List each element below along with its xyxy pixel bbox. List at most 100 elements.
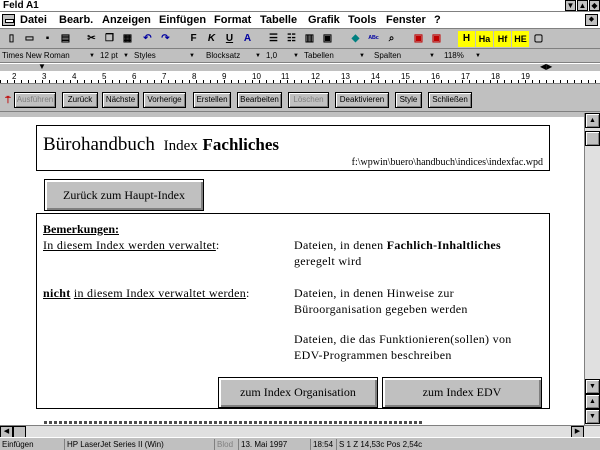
spacing-select[interactable]: 1,0 ▼: [264, 50, 300, 62]
doc-restore-icon[interactable]: ◆: [585, 14, 598, 26]
hypertext-bar: ⍑ Ausführen Zurück Nächste Vorherige Ers…: [0, 88, 600, 112]
index-organisation-button[interactable]: zum Index Organisation: [218, 377, 378, 408]
size-select[interactable]: 12 pt ▼: [98, 50, 130, 62]
edv-desc-line2: EDV-Programmen beschreiben: [294, 348, 452, 362]
hypertext-ha-icon[interactable]: Ha: [476, 31, 493, 47]
menu-tabelle[interactable]: Tabelle: [260, 14, 297, 27]
close-button[interactable]: Schließen: [428, 92, 472, 108]
zoom-select[interactable]: 118% ▼: [442, 50, 482, 62]
styles-select[interactable]: Styles ▼: [132, 50, 196, 62]
previous-button[interactable]: Vorherige: [143, 92, 186, 108]
managed-desc: Dateien, in denen Fachlich-Inhaltliches: [294, 238, 501, 253]
status-printer[interactable]: HP LaserJet Series II (Win): [64, 439, 214, 450]
scroll-up-icon[interactable]: ▲: [585, 113, 600, 128]
maximize-icon[interactable]: ▲: [577, 0, 588, 11]
open-folder-icon[interactable]: ▭: [21, 31, 38, 47]
size-select-value: 12 pt: [100, 51, 118, 60]
hypertext-icon[interactable]: H: [458, 31, 475, 47]
deactivate-button[interactable]: Deaktivieren: [335, 92, 389, 108]
menu-help[interactable]: ?: [434, 14, 441, 27]
chevron-down-icon: ▼: [359, 53, 365, 59]
copy-icon[interactable]: ❐: [101, 31, 118, 47]
menu-grafik[interactable]: Grafik: [308, 14, 340, 27]
style-button[interactable]: Style: [395, 92, 422, 108]
new-document-icon[interactable]: ▯: [3, 31, 20, 47]
index-edv-button[interactable]: zum Index EDV: [382, 377, 542, 408]
system-menu-icon[interactable]: [2, 14, 15, 26]
remarks-frame: Bemerkungen: In diesem Index werden verw…: [36, 213, 550, 409]
not-managed-text: in diesem Index verwaltet werden: [73, 286, 247, 300]
italic-icon[interactable]: K: [203, 31, 220, 47]
bullet-list-icon[interactable]: ☰: [265, 31, 282, 47]
menu-bar: Datei Bearb. Anzeigen Einfügen Format Ta…: [0, 12, 600, 29]
print-icon[interactable]: ▤: [57, 31, 74, 47]
status-time: 18:54: [310, 439, 336, 450]
managed-desc-line2: geregelt wird: [294, 254, 362, 268]
columns-select[interactable]: Spalten ▼: [372, 50, 436, 62]
ruler[interactable]: ▼ ◀▶ 2 3 4 5 6 7 8 9 10 11 12 13 14 15 1…: [0, 62, 600, 84]
left-margin-marker-icon[interactable]: ▼: [38, 63, 46, 71]
vertical-scrollbar[interactable]: ▲ ▼ ▲ ▼: [584, 113, 600, 425]
page-up-icon[interactable]: ▲: [585, 394, 600, 409]
undo-icon[interactable]: ↶: [139, 31, 156, 47]
delete-button[interactable]: Löschen: [288, 92, 329, 108]
horizontal-scrollbar[interactable]: ◀ ▶: [0, 425, 600, 438]
scroll-thumb[interactable]: [585, 131, 600, 146]
spellcheck-icon[interactable]: ᴬᴮᶜ: [365, 31, 382, 47]
next-button[interactable]: Nächste: [102, 92, 139, 108]
menu-tools[interactable]: Tools: [348, 14, 377, 27]
save-icon[interactable]: ▪: [39, 31, 56, 47]
qa-diamond-icon[interactable]: ◆: [347, 31, 364, 47]
menu-einfuegen[interactable]: Einfügen: [159, 14, 206, 27]
tables-select[interactable]: Tabellen ▼: [302, 50, 366, 62]
zoom-page-icon[interactable]: ▣: [319, 31, 336, 47]
not-managed-desc-line2: Büroorganisation gegeben werden: [294, 302, 468, 316]
find-icon[interactable]: ⌕: [383, 31, 400, 47]
hypertext-he-icon[interactable]: HE: [512, 31, 529, 47]
status-position: S 1 Z 14,53c Pos 2,54c: [336, 439, 446, 450]
table-red-2-icon[interactable]: ▣: [428, 31, 445, 47]
menu-format[interactable]: Format: [214, 14, 251, 27]
menu-fenster[interactable]: Fenster: [386, 14, 426, 27]
page-down-icon[interactable]: ▼: [585, 409, 600, 424]
cut-icon[interactable]: ✂: [83, 31, 100, 47]
paste-icon[interactable]: ▦: [119, 31, 136, 47]
numbered-list-icon[interactable]: ☷: [283, 31, 300, 47]
underline-icon[interactable]: U: [221, 31, 238, 47]
hypertext-hf-icon[interactable]: Hf: [494, 31, 511, 47]
not-managed-bold: nicht: [43, 286, 71, 300]
ruler-margin-bar: [0, 64, 600, 71]
bold-icon[interactable]: F: [185, 31, 202, 47]
chevron-down-icon: ▼: [89, 53, 95, 59]
restore-window-icon[interactable]: ◆: [589, 0, 600, 11]
book-icon[interactable]: ▢: [530, 31, 547, 47]
menu-datei[interactable]: Datei: [20, 14, 47, 27]
tables-select-value: Tabellen: [304, 51, 334, 60]
header-frame: Bürohandbuch Index Fachliches f:\wpwin\b…: [36, 125, 550, 171]
right-margin-marker-icon[interactable]: ◀▶: [540, 63, 552, 71]
execute-button[interactable]: Ausführen: [14, 92, 56, 108]
status-bar: Einfügen HP LaserJet Series II (Win) Blo…: [0, 437, 600, 450]
menu-bearb[interactable]: Bearb.: [59, 14, 93, 27]
back-button[interactable]: Zurück: [62, 92, 98, 108]
page-top-margin: [0, 113, 584, 117]
create-button[interactable]: Erstellen: [193, 92, 231, 108]
font-select[interactable]: Times New Roman ▼: [0, 50, 96, 62]
minimize-icon[interactable]: ▼: [565, 0, 576, 11]
not-managed-label: nicht in diesem Index verwaltet werden:: [43, 286, 250, 301]
styles-select-value: Styles: [134, 51, 156, 60]
edv-desc-line1: Dateien, die das Funktionieren(sollen) v…: [294, 332, 512, 346]
table-red-icon[interactable]: ▣: [410, 31, 427, 47]
font-icon[interactable]: A: [239, 31, 256, 47]
menu-anzeigen[interactable]: Anzeigen: [102, 14, 151, 27]
edit-button[interactable]: Bearbeiten: [237, 92, 282, 108]
justify-select[interactable]: Blocksatz ▼: [204, 50, 262, 62]
format-table-icon[interactable]: ▥: [301, 31, 318, 47]
document-area[interactable]: Bürohandbuch Index Fachliches f:\wpwin\b…: [0, 113, 584, 425]
managed-colon: :: [215, 238, 220, 252]
hypertext-bar-icon: ⍑: [5, 95, 11, 105]
title-main: Bürohandbuch: [43, 134, 155, 155]
back-to-main-index-button[interactable]: Zurück zum Haupt-Index: [44, 179, 204, 211]
scroll-down-icon[interactable]: ▼: [585, 379, 600, 394]
redo-icon[interactable]: ↷: [157, 31, 174, 47]
